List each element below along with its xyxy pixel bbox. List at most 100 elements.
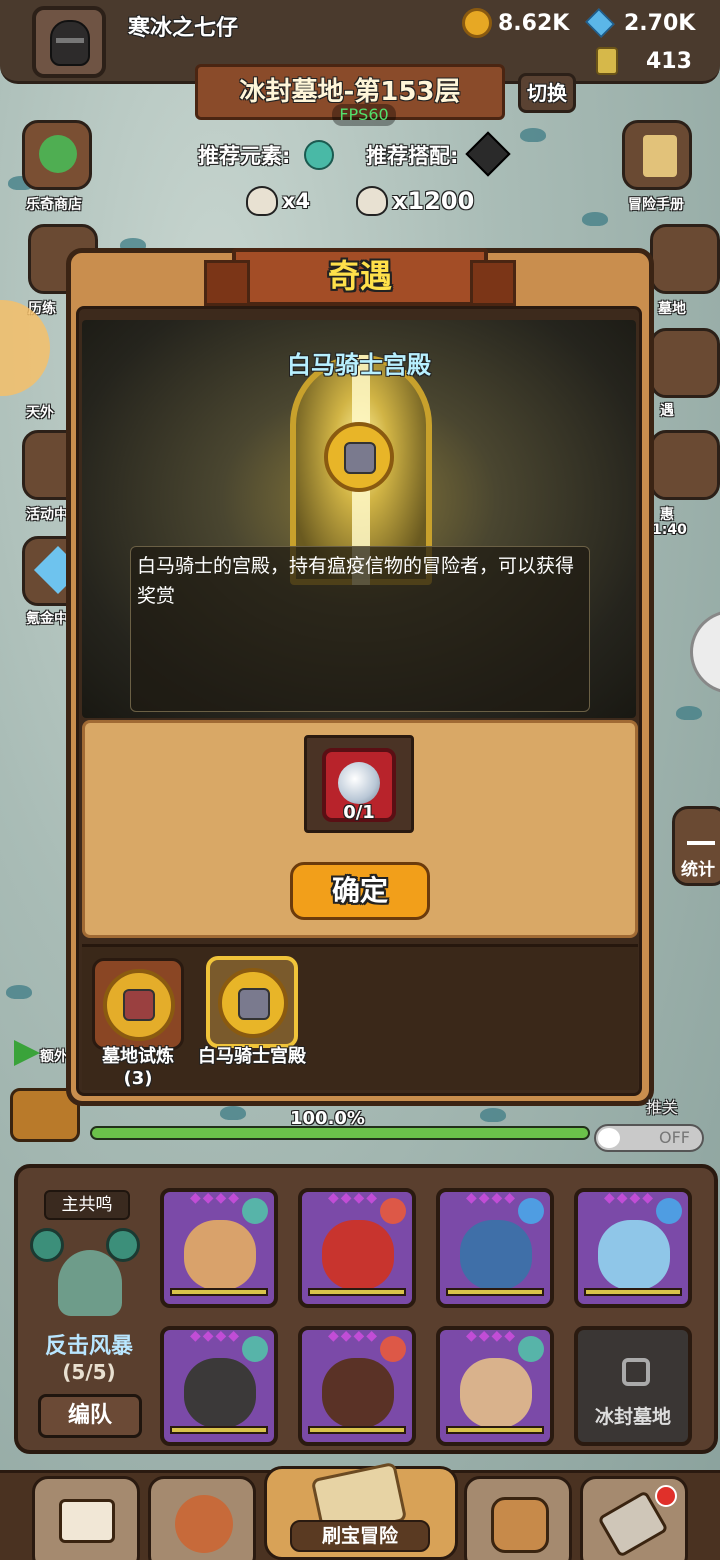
- side-button-graveyard[interactable]: [650, 224, 720, 294]
- hero-portrait: [598, 1220, 670, 1290]
- hero-portrait: [322, 1220, 394, 1290]
- hero-head-icon: [175, 1495, 233, 1553]
- item-count: 0/1: [343, 802, 375, 823]
- skull-small-count: x4: [282, 189, 311, 213]
- modal-title: 奇遇: [204, 248, 516, 306]
- side-label-shop: 乐奇商店: [26, 197, 82, 213]
- resonance-emblem-icon: [58, 1250, 122, 1316]
- locked-hero-slot[interactable]: 冰封墓地: [574, 1326, 692, 1446]
- side-button-shop[interactable]: [22, 120, 92, 190]
- tab-white-knight-palace[interactable]: [206, 956, 298, 1048]
- auto-advance-toggle[interactable]: OFF: [594, 1124, 704, 1152]
- gem-icon: [585, 8, 615, 38]
- skill-count: (5/5): [62, 1360, 116, 1384]
- hero-slot[interactable]: ◆◆◆◆: [436, 1326, 554, 1446]
- crab-enemy-icon: [220, 1106, 246, 1120]
- hero-portrait: [184, 1358, 256, 1428]
- side-label-sky: 天外: [26, 405, 54, 421]
- event-title: 白马骑士宫殿: [287, 351, 431, 379]
- notification-dot-icon: [655, 1485, 677, 1507]
- side-label-extra: 额外: [40, 1049, 68, 1065]
- hero-slot[interactable]: ◆◆◆◆: [298, 1188, 416, 1308]
- player-name: 寒冰之七仔: [128, 16, 239, 41]
- crab-enemy-icon: [6, 985, 32, 999]
- event-description: 白马骑士的宫殿，持有瘟疫信物的冒险者，可以获得奖赏: [130, 546, 590, 712]
- clover-icon: [39, 135, 77, 173]
- tab-label-graveyard-trial: 墓地试炼(3): [102, 1046, 174, 1089]
- knight-palace-medal-icon: [218, 968, 288, 1038]
- stats-button[interactable]: 统计: [672, 806, 720, 886]
- nav-shop-button[interactable]: [32, 1476, 140, 1560]
- bar-chart-icon: [687, 821, 715, 845]
- coin-icon: [462, 8, 492, 38]
- side-label-activity: 活动中: [26, 507, 68, 523]
- side-timer: 1:40: [652, 522, 687, 538]
- side-button-encounter[interactable]: [650, 328, 720, 398]
- nav-hero-button[interactable]: [148, 1476, 256, 1560]
- energy-value: 413: [646, 48, 692, 74]
- hero-portrait: [322, 1358, 394, 1428]
- wind-element-icon: [106, 1228, 140, 1262]
- tab-graveyard-trial[interactable]: [92, 958, 184, 1050]
- helmet-icon: [50, 20, 90, 66]
- lock-icon: [622, 1358, 650, 1386]
- crab-enemy-icon: [520, 128, 546, 142]
- side-label-discount: 惠: [660, 507, 674, 523]
- scroll-icon: [643, 135, 677, 177]
- jar-icon: [596, 47, 618, 75]
- hero-slot[interactable]: ◆◆◆◆: [298, 1326, 416, 1446]
- wind-element-icon: [30, 1228, 64, 1262]
- resonance-label: 主共鸣: [44, 1190, 130, 1220]
- progress-percent: 100.0%: [290, 1108, 365, 1129]
- side-button-manual[interactable]: [622, 120, 692, 190]
- wind-element-icon: [242, 1198, 268, 1224]
- hero-slot[interactable]: ◆◆◆◆: [574, 1188, 692, 1308]
- side-label-krypton: 氪金中: [26, 611, 68, 627]
- energy-counter[interactable]: 413: [596, 46, 692, 76]
- crab-enemy-icon: [480, 1108, 506, 1122]
- gem-counter[interactable]: 2.70K: [585, 8, 696, 38]
- fps-counter: FPS60: [332, 104, 396, 126]
- skull-large-count: x1200: [392, 187, 475, 215]
- hero-portrait: [460, 1358, 532, 1428]
- skull-icon: [356, 186, 388, 216]
- fire-element-icon: [380, 1198, 406, 1224]
- shop-icon: [59, 1499, 115, 1543]
- pearl-item-icon: [338, 762, 380, 804]
- knight-palace-medal-icon: [324, 422, 394, 492]
- water-element-icon: [656, 1198, 682, 1224]
- side-label-encounter: 遇: [660, 403, 674, 419]
- wind-element-icon: [304, 140, 334, 170]
- skull-reward-small: x4: [246, 186, 310, 216]
- skill-name: 反击风暴: [44, 1334, 133, 1359]
- side-label-graveyard: 墓地: [658, 301, 686, 317]
- skull-icon: [246, 186, 278, 216]
- locked-slot-label: 冰封墓地: [594, 1406, 671, 1428]
- hero-slot[interactable]: ◆◆◆◆: [160, 1326, 278, 1446]
- confirm-button[interactable]: 确定: [290, 862, 430, 920]
- hero-slot[interactable]: ◆◆◆◆: [436, 1188, 554, 1308]
- tab-label-white-knight-palace: 白马骑士宫殿: [198, 1046, 306, 1067]
- hero-portrait: [184, 1220, 256, 1290]
- skull-reward-large: x1200: [356, 186, 474, 216]
- nav-bag-button[interactable]: [464, 1476, 572, 1560]
- side-label-manual: 冒险手册: [628, 197, 684, 213]
- water-element-icon: [518, 1198, 544, 1224]
- gem-value: 2.70K: [624, 10, 696, 36]
- side-button-discount[interactable]: [650, 430, 720, 500]
- wind-element-icon: [518, 1336, 544, 1362]
- switch-stage-button[interactable]: 切换: [518, 73, 576, 113]
- gold-counter[interactable]: 8.62K: [462, 8, 569, 38]
- stats-label: 统计: [681, 860, 715, 880]
- hero-portrait: [460, 1220, 532, 1290]
- formation-button[interactable]: 编队: [38, 1394, 142, 1438]
- backpack-icon: [491, 1497, 549, 1553]
- avatar[interactable]: [32, 6, 106, 78]
- gold-value: 8.62K: [498, 10, 570, 36]
- wind-element-icon: [242, 1336, 268, 1362]
- auto-advance-label: 推关: [646, 1098, 679, 1117]
- nav-forge-button[interactable]: [580, 1476, 688, 1560]
- crab-enemy-icon: [676, 706, 702, 720]
- hero-slot[interactable]: ◆◆◆◆: [160, 1188, 278, 1308]
- recommend-element-label: 推荐元素:: [198, 144, 291, 168]
